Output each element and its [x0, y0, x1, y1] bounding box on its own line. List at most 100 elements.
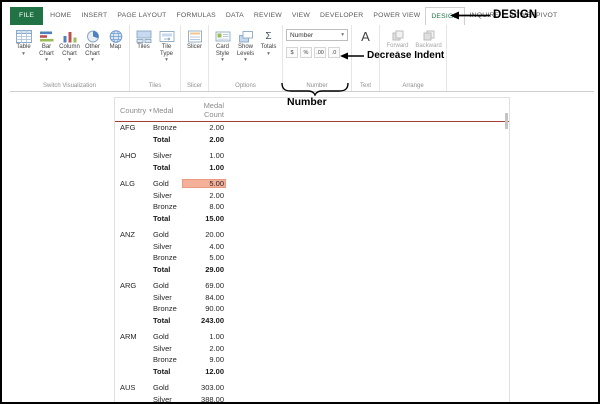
medal-count-cell: 1.00: [182, 332, 226, 341]
other-chart-button[interactable]: Other Chart ▾: [82, 29, 103, 63]
table-row[interactable]: AHOSilver1.00: [115, 150, 509, 162]
chevron-down-icon: ▾: [341, 33, 344, 38]
group-label-slicer: Slicer: [184, 81, 205, 91]
total-value-cell: 243.00: [182, 316, 226, 325]
totals-icon: Σ: [265, 30, 271, 43]
medal-count-cell: 388.00: [182, 395, 226, 404]
column-header-country[interactable]: Country▼: [120, 106, 153, 115]
table-row[interactable]: AUSGold303.00: [115, 382, 509, 394]
tile-type-button[interactable]: Tile Type ▾: [156, 29, 177, 63]
column-header-medal[interactable]: Medal: [153, 106, 182, 115]
medal-table-rows: AFGBronze2.00Total2.00AHOSilver1.00Total…: [115, 122, 509, 404]
table-total-row[interactable]: Total12.00: [115, 366, 509, 378]
other-chart-button-label: Other Chart: [82, 44, 103, 57]
brace-icon: [281, 82, 349, 96]
ribbon-tab-insert[interactable]: INSERT: [76, 7, 112, 25]
column-chart-icon: [62, 30, 78, 43]
table-button[interactable]: Table ▾: [13, 29, 34, 57]
ribbon-tab-review[interactable]: REVIEW: [249, 7, 287, 25]
bar-chart-button-label: Bar Chart: [36, 44, 57, 57]
table-total-row[interactable]: Total15.00: [115, 213, 509, 225]
group-label-tiles: Tiles: [133, 81, 177, 91]
ribbon-tab-file[interactable]: FILE: [10, 7, 43, 25]
tile-type-icon: [159, 30, 175, 43]
totals-button[interactable]: Σ Totals ▾: [258, 29, 279, 57]
ribbon-tab-data[interactable]: DATA: [221, 7, 249, 25]
ribbon-tab-formulas[interactable]: FORMULAS: [172, 7, 221, 25]
medal-count-cell: 303.00: [182, 383, 226, 392]
table-row[interactable]: Silver2.00: [115, 190, 509, 202]
table-row[interactable]: Silver2.00: [115, 343, 509, 355]
number-annotation-label: Number: [287, 96, 327, 108]
medal-cell: Gold: [153, 179, 182, 188]
table-row[interactable]: Bronze90.00: [115, 303, 509, 315]
total-value-cell: 15.00: [182, 214, 226, 223]
table-total-row[interactable]: Total2.00: [115, 134, 509, 146]
ribbon-tab-home[interactable]: HOME: [45, 7, 76, 25]
medal-count-cell: 20.00: [182, 230, 226, 239]
totals-button-label: Totals: [261, 44, 277, 51]
table-total-row[interactable]: Total243.00: [115, 315, 509, 327]
medal-cell: Silver: [153, 344, 182, 353]
group-options: Card Style ▾ Show Levels ▾ Σ Totals ▾ Op…: [209, 25, 283, 91]
slicer-button[interactable]: Slicer: [184, 29, 205, 51]
country-cell: AHO: [120, 151, 153, 160]
column-header-medal-count[interactable]: Medal Count: [182, 101, 226, 119]
tiles-button[interactable]: Tiles: [133, 29, 154, 51]
number-format-select[interactable]: Number ▾: [286, 29, 348, 41]
decrease-decimal-button[interactable]: .0: [328, 47, 340, 58]
card-style-button[interactable]: Card Style ▾: [212, 29, 233, 63]
country-cell: AUS: [120, 383, 153, 392]
left-arrow-icon: [340, 51, 364, 61]
table-total-row[interactable]: Total1.00: [115, 162, 509, 174]
medal-cell: Silver: [153, 191, 182, 200]
ribbon-tab-page-layout[interactable]: PAGE LAYOUT: [112, 7, 171, 25]
ribbon-tab-view[interactable]: VIEW: [287, 7, 315, 25]
total-value-cell: 1.00: [182, 163, 226, 172]
chevron-down-icon: ▾: [244, 58, 247, 63]
vertical-scrollbar-thumb[interactable]: [505, 113, 508, 129]
total-label-cell: Total: [153, 163, 182, 172]
left-arrow-icon: [450, 10, 490, 21]
total-label-cell: Total: [153, 316, 182, 325]
column-chart-button-label: Column Chart: [59, 44, 80, 57]
table-row[interactable]: Silver388.00: [115, 394, 509, 404]
medal-cell: Bronze: [153, 253, 182, 262]
text-icon: A: [358, 30, 373, 44]
medal-cell: Gold: [153, 332, 182, 341]
medal-count-cell: 2.00: [182, 123, 226, 132]
table-row[interactable]: ARMGold1.00: [115, 331, 509, 343]
show-levels-button[interactable]: Show Levels ▾: [235, 29, 256, 63]
table-row[interactable]: Silver4.00: [115, 241, 509, 253]
show-levels-button-label: Show Levels: [235, 44, 256, 57]
table-row[interactable]: Bronze5.00: [115, 252, 509, 264]
table-row[interactable]: ARGGold69.00: [115, 280, 509, 292]
column-chart-button[interactable]: Column Chart ▾: [59, 29, 80, 63]
percent-format-button[interactable]: %: [300, 47, 312, 58]
table-row[interactable]: Bronze8.00: [115, 201, 509, 213]
map-button[interactable]: Map: [105, 29, 126, 51]
ribbon-tab-developer[interactable]: DEVELOPER: [315, 7, 368, 25]
card-style-icon: [215, 30, 231, 43]
medal-cell: Silver: [153, 395, 182, 404]
group-tiles: Tiles Tile Type ▾ Tiles: [130, 25, 181, 91]
table-row[interactable]: Bronze9.00: [115, 354, 509, 366]
table-row[interactable]: Silver84.00: [115, 292, 509, 304]
table-row[interactable]: AFGBronze2.00: [115, 122, 509, 134]
medal-count-cell: 5.00: [182, 253, 226, 262]
map-button-label: Map: [110, 44, 122, 51]
table-row[interactable]: ALGGold5.00: [115, 178, 509, 190]
table-row[interactable]: ANZGold20.00: [115, 229, 509, 241]
text-styles-button[interactable]: A: [355, 29, 376, 44]
bar-chart-icon: [39, 30, 55, 43]
table-total-row[interactable]: Total29.00: [115, 264, 509, 276]
ribbon-tab-power-view[interactable]: POWER VIEW: [368, 7, 425, 25]
medal-cell: Gold: [153, 230, 182, 239]
bar-chart-button[interactable]: Bar Chart ▾: [36, 29, 57, 63]
map-icon: [108, 30, 124, 43]
show-levels-icon: [238, 30, 254, 43]
column-header-country-label: Country: [120, 106, 146, 115]
increase-decimal-button[interactable]: .00: [314, 47, 326, 58]
currency-format-button[interactable]: $: [286, 47, 298, 58]
table-icon: [16, 30, 32, 43]
